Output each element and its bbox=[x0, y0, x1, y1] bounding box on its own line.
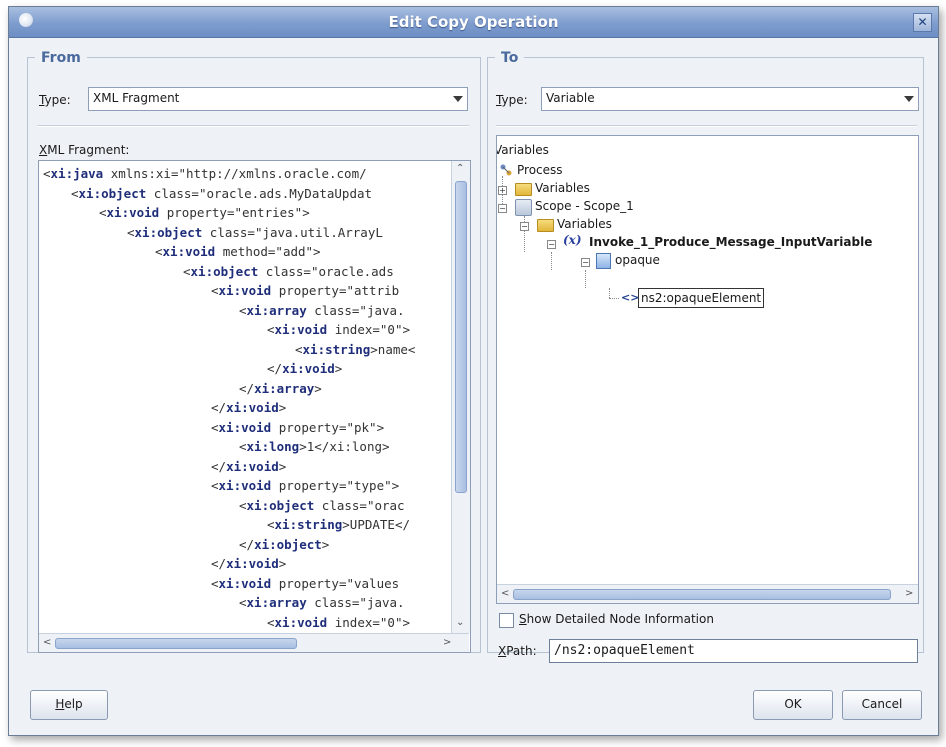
code-line: <xi:object class="orac bbox=[239, 497, 405, 513]
xpath-input[interactable]: /ns2:opaqueElement bbox=[549, 639, 918, 663]
code-line: <xi:void index="0"> bbox=[267, 322, 411, 337]
tree-line bbox=[551, 252, 552, 270]
xml-fragment-label: XML Fragment: bbox=[39, 143, 130, 157]
expand-icon[interactable]: + bbox=[498, 186, 507, 195]
code-line: <xi:object class="oracle.ads.MyDataUpdat bbox=[71, 185, 373, 201]
tree-item-scope-variables[interactable]: Variables bbox=[557, 215, 612, 233]
to-type-label: Type: bbox=[496, 93, 528, 107]
code-line: <xi:void method="add"> bbox=[155, 244, 321, 259]
editor-horizontal-thumb[interactable] bbox=[55, 638, 297, 649]
to-type-value: Variable bbox=[546, 91, 595, 105]
tree-horizontal-scrollbar[interactable]: < > bbox=[497, 584, 918, 603]
code-line: <xi:void property="attrib bbox=[211, 283, 400, 298]
variable-icon: (x) bbox=[563, 233, 582, 247]
element-icon: <> bbox=[621, 291, 640, 304]
process-icon bbox=[500, 164, 512, 176]
tree-item-scope[interactable]: Scope - Scope_1 bbox=[535, 197, 634, 215]
show-detail-text: how Detailed Node Information bbox=[526, 612, 714, 626]
code-line: <xi:void property="pk"> bbox=[211, 419, 385, 435]
show-detail-label: Show Detailed Node Information bbox=[519, 612, 714, 626]
to-separator bbox=[496, 125, 917, 127]
show-detail-checkbox[interactable] bbox=[499, 613, 514, 628]
code-line: <xi:string>UPDATE</ bbox=[267, 517, 410, 532]
collapse-icon[interactable]: − bbox=[498, 204, 507, 213]
code-line: <xi:void property="type"> bbox=[211, 478, 400, 493]
tree-root-label: Variables bbox=[496, 143, 549, 157]
scroll-right-icon[interactable]: > bbox=[443, 637, 451, 648]
folder-icon bbox=[515, 183, 532, 196]
code-line: </xi:object> bbox=[239, 536, 330, 552]
code-line: <xi:void property="values bbox=[211, 575, 400, 591]
code-line: <xi:object class="java.util.ArrayL bbox=[127, 224, 383, 240]
message-part-icon bbox=[596, 253, 611, 269]
scope-icon bbox=[515, 199, 532, 216]
tree-item-process[interactable]: Process bbox=[517, 161, 563, 179]
scroll-right-icon[interactable]: > bbox=[905, 588, 913, 599]
chevron-down-icon bbox=[904, 96, 914, 102]
code-line: </xi:void> bbox=[211, 458, 287, 474]
to-legend: To bbox=[495, 50, 525, 66]
code-line: <xi:string>name< bbox=[295, 341, 416, 357]
editor-horizontal-scrollbar[interactable]: < > bbox=[39, 633, 469, 652]
code-line: <xi:long>1</xi:long> bbox=[239, 439, 390, 454]
collapse-icon[interactable]: − bbox=[520, 222, 529, 231]
from-type-value: XML Fragment bbox=[93, 91, 180, 105]
dialog-title: Edit Copy Operation bbox=[388, 13, 559, 31]
tree-item-variable[interactable]: Invoke_1_Produce_Message_InputVariable bbox=[589, 233, 872, 251]
code-line: <xi:java xmlns:xi="http://xmlns.oracle.c… bbox=[43, 166, 367, 181]
folder-icon bbox=[537, 219, 554, 232]
cancel-button[interactable]: Cancel bbox=[842, 690, 922, 720]
editor-vertical-scrollbar[interactable]: ⌃ ⌄ bbox=[451, 161, 470, 633]
collapse-icon[interactable]: − bbox=[581, 258, 590, 267]
tree-item-variables[interactable]: Variables bbox=[535, 179, 590, 197]
variable-tree[interactable]: Variables Process + Variables − Scope - … bbox=[496, 135, 919, 604]
code-line: </xi:void> bbox=[211, 556, 287, 571]
code-line: <xi:void index="0"> bbox=[267, 614, 411, 630]
close-icon[interactable]: ✕ bbox=[913, 13, 932, 32]
from-separator bbox=[37, 125, 469, 127]
code-line: <xi:object class="oracle.ads bbox=[183, 263, 394, 279]
collapse-icon[interactable]: − bbox=[547, 240, 556, 249]
edit-copy-operation-dialog: Edit Copy Operation ✕ From Type: XML Fra… bbox=[8, 6, 939, 736]
code-line: </xi:void> bbox=[267, 361, 343, 376]
code-line: </xi:array> bbox=[239, 380, 322, 396]
tree-line bbox=[585, 270, 586, 288]
tree-item-opaque-element[interactable]: ns2:opaqueElement bbox=[638, 288, 765, 308]
scroll-left-icon[interactable]: < bbox=[43, 637, 51, 648]
tree-line bbox=[609, 288, 610, 298]
editor-vertical-thumb[interactable] bbox=[455, 181, 467, 493]
from-legend: From bbox=[35, 50, 87, 66]
help-button[interactable]: Help bbox=[30, 690, 108, 720]
code-area[interactable]: <xi:java xmlns:xi="http://xmlns.oracle.c… bbox=[39, 161, 451, 633]
tree-line bbox=[609, 298, 619, 299]
scroll-down-icon[interactable]: ⌄ bbox=[456, 617, 464, 628]
from-type-select[interactable]: XML Fragment bbox=[88, 87, 468, 111]
code-line: <xi:array class="java. bbox=[239, 595, 405, 610]
code-line: <xi:array class="java. bbox=[239, 302, 405, 318]
tree-horizontal-thumb[interactable] bbox=[513, 589, 891, 600]
from-type-label: Type: bbox=[39, 93, 71, 107]
chevron-down-icon bbox=[453, 96, 463, 102]
code-line: <xi:void property="entries"> bbox=[99, 205, 310, 220]
xml-fragment-editor[interactable]: <xi:java xmlns:xi="http://xmlns.oracle.c… bbox=[38, 160, 471, 653]
scroll-left-icon[interactable]: < bbox=[501, 588, 509, 599]
xpath-label: XPath: bbox=[498, 644, 537, 658]
ok-button[interactable]: OK bbox=[753, 690, 833, 720]
scroll-up-icon[interactable]: ⌃ bbox=[456, 163, 464, 174]
xpath-value: /ns2:opaqueElement bbox=[554, 643, 695, 658]
to-type-select[interactable]: Variable bbox=[541, 87, 919, 111]
code-line: </xi:void> bbox=[211, 400, 287, 415]
title-bar[interactable]: Edit Copy Operation ✕ bbox=[9, 7, 938, 38]
tree-item-opaque[interactable]: opaque bbox=[615, 251, 660, 269]
